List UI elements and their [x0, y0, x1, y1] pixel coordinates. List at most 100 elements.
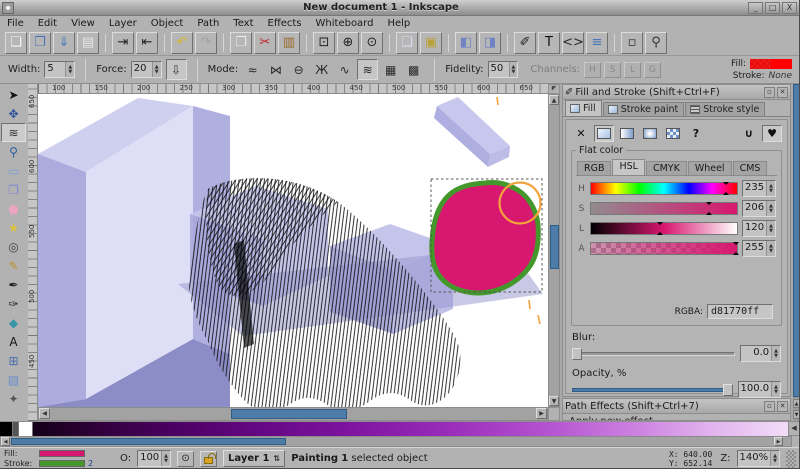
- channel-s-button[interactable]: S: [604, 62, 621, 78]
- menu-path[interactable]: Path: [190, 17, 226, 30]
- force-spinbox[interactable]: 20▲▼: [131, 61, 162, 78]
- mode-grow-button[interactable]: ⊖: [288, 59, 309, 80]
- maximize-button[interactable]: □: [765, 2, 780, 14]
- statusbar-stroke-swatch[interactable]: [39, 460, 85, 467]
- minimize-button[interactable]: _: [748, 2, 763, 14]
- palette-swatch-white[interactable]: [19, 422, 33, 436]
- paint-bucket-tool-button[interactable]: ◆: [1, 313, 26, 332]
- menu-whiteboard[interactable]: Whiteboard: [309, 17, 381, 30]
- rectangle-tool-button[interactable]: ▭: [1, 161, 26, 180]
- dropper-tool-button[interactable]: ✦: [1, 389, 26, 408]
- paste-button[interactable]: ▥: [278, 32, 300, 54]
- mode-color-paint-button[interactable]: ▦: [380, 59, 401, 80]
- spiral-tool-button[interactable]: ◎: [1, 237, 26, 256]
- paint-linear-gradient-button[interactable]: [617, 125, 637, 142]
- panel-close-button[interactable]: ✕: [777, 401, 788, 412]
- layer-lock-toggle[interactable]: [200, 451, 217, 467]
- zoom-tool-button[interactable]: ⚲: [1, 142, 26, 161]
- menu-file[interactable]: File: [0, 17, 31, 30]
- channel-h-button[interactable]: H: [584, 62, 601, 78]
- slider-bar-h[interactable]: [590, 182, 738, 195]
- zoom-page-button[interactable]: ⊙: [361, 32, 383, 54]
- selector-tool-button[interactable]: ➤: [1, 85, 26, 104]
- object-opacity-spinbox[interactable]: 100▲▼: [137, 450, 171, 467]
- palette-scroll-right[interactable]: ▶: [774, 437, 783, 446]
- window-menu-icon[interactable]: ⬥: [2, 2, 14, 14]
- channel-l-button[interactable]: L: [624, 62, 641, 78]
- text-dialog-button[interactable]: T: [538, 32, 560, 54]
- fill-rule-nonzero-button[interactable]: ♥: [762, 125, 782, 142]
- color-tab-cms[interactable]: CMS: [733, 161, 768, 175]
- text-tool-button[interactable]: A: [1, 332, 26, 351]
- color-tab-rgb[interactable]: RGB: [577, 161, 611, 175]
- slider-spinbox-s[interactable]: 206▲▼: [742, 200, 776, 217]
- menu-text[interactable]: Text: [226, 17, 260, 30]
- mode-paint-button[interactable]: ≋: [357, 59, 378, 80]
- xml-editor-button[interactable]: <>: [562, 32, 584, 54]
- zoom-spinbox[interactable]: 140%▲▼: [737, 450, 780, 467]
- create-clone-button[interactable]: ▣: [420, 32, 442, 54]
- slider-bar-s[interactable]: [590, 202, 738, 215]
- paint-radial-gradient-button[interactable]: [640, 125, 660, 142]
- dock-scroll-up[interactable]: ▲: [793, 399, 800, 408]
- import-document-button[interactable]: ⇥: [112, 32, 134, 54]
- horizontal-ruler[interactable]: 100150200250300350400450500550600650: [38, 84, 548, 94]
- paint-pattern-button[interactable]: [663, 125, 683, 142]
- palette-swatch-black[interactable]: [0, 422, 13, 436]
- tab-stroke-paint[interactable]: Stroke paint: [603, 102, 685, 116]
- mode-color-jitter-button[interactable]: ▩: [403, 59, 424, 80]
- vertical-ruler[interactable]: 650600550500450: [28, 84, 38, 421]
- fill-stroke-dialog-button[interactable]: ✐: [514, 32, 536, 54]
- panel-menu-button[interactable]: ▫: [764, 87, 775, 98]
- blur-slider[interactable]: [572, 347, 735, 360]
- blur-spinbox[interactable]: 0.0▲▼: [740, 345, 781, 362]
- copy-button[interactable]: ❐: [230, 32, 252, 54]
- find-dialog-button[interactable]: ⚲: [645, 32, 667, 54]
- star-tool-button[interactable]: ★: [1, 218, 26, 237]
- color-tab-cmyk[interactable]: CMYK: [646, 161, 687, 175]
- redo-button[interactable]: ↷: [195, 32, 217, 54]
- group-objects-button[interactable]: ◧: [455, 32, 477, 54]
- undo-button[interactable]: ↶: [171, 32, 193, 54]
- ruler-lock-corner[interactable]: ◤: [548, 84, 560, 94]
- hatch-strokes[interactable]: [189, 178, 461, 407]
- mode-shrink-button[interactable]: ⋈: [265, 59, 286, 80]
- scroll-left-arrow[interactable]: ◀: [39, 408, 50, 419]
- fidelity-spinbox[interactable]: 50▲▼: [488, 61, 519, 78]
- mode-roughen-button[interactable]: ∿: [334, 59, 355, 80]
- opacity-slider[interactable]: [572, 383, 733, 396]
- connector-tool-button[interactable]: ⊞: [1, 351, 26, 370]
- statusbar-fill-swatch[interactable]: [39, 450, 85, 457]
- node-tool-button[interactable]: ✥: [1, 104, 26, 123]
- spin-steppers[interactable]: ▲▼: [766, 241, 775, 256]
- pressure-toggle-button[interactable]: ⇩: [166, 59, 187, 80]
- fill-rule-evenodd-button[interactable]: ∪: [739, 125, 759, 142]
- zoom-drawing-button[interactable]: ⊕: [337, 32, 359, 54]
- palette-gradient-swatches[interactable]: [33, 422, 788, 436]
- blur-slider-handle[interactable]: [572, 348, 582, 360]
- paint-none-button[interactable]: ✕: [571, 125, 591, 142]
- menu-effects[interactable]: Effects: [261, 17, 309, 30]
- print-document-button[interactable]: ▤: [77, 32, 99, 54]
- spin-steppers[interactable]: ▲▼: [766, 221, 775, 236]
- gradient-tool-button[interactable]: ▧: [1, 370, 26, 389]
- mode-attract-button[interactable]: Ж: [311, 59, 332, 80]
- tab-stroke-style[interactable]: Stroke style: [685, 102, 765, 116]
- palette-scroll-thumb[interactable]: [11, 438, 286, 445]
- spin-steppers[interactable]: ▲▼: [766, 181, 775, 196]
- menu-help[interactable]: Help: [380, 17, 417, 30]
- slider-bar-l[interactable]: [590, 222, 738, 235]
- channel-g-button[interactable]: G: [644, 62, 661, 78]
- palette-scroll-left-arrow[interactable]: ◀: [788, 421, 800, 436]
- resize-grip[interactable]: [786, 450, 796, 468]
- current-layer-dropdown[interactable]: Layer 1⇅: [223, 450, 285, 467]
- layer-visibility-toggle[interactable]: ⊙: [177, 451, 194, 467]
- scroll-up-arrow[interactable]: ▲: [549, 95, 559, 105]
- dock-scroll-down[interactable]: ▼: [793, 410, 800, 419]
- palette-scrollbar[interactable]: ◀ ▶: [0, 436, 792, 447]
- pencil-tool-button[interactable]: ✎: [1, 256, 26, 275]
- ellipse-tool-button[interactable]: ●: [1, 199, 26, 218]
- dock-scrollbar[interactable]: ▲ ▼: [793, 84, 800, 421]
- menu-object[interactable]: Object: [144, 17, 191, 30]
- paint-flat-button[interactable]: [594, 125, 614, 142]
